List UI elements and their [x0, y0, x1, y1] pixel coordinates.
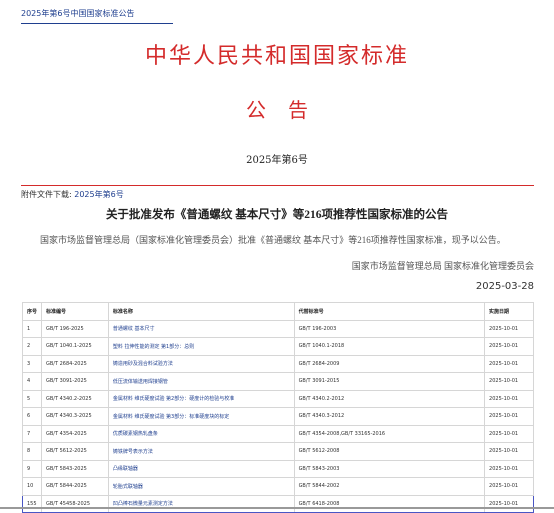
cell-replaced: GB/T 5844-2002	[293, 477, 486, 496]
breadcrumb[interactable]: 2025年第6号中国国家标准公告	[21, 8, 134, 19]
announcement-heading: 关于批准发布《普通螺纹 基本尺寸》等216项推荐性国家标准的公告	[105, 209, 449, 221]
attachment-download-link[interactable]: 2025年第6号	[74, 190, 123, 199]
cell-replaced: GB/T 5612-2008	[293, 442, 486, 461]
cell-date: 2025-10-01	[484, 459, 534, 478]
cell-name[interactable]: 凸缘联轴器	[107, 459, 295, 478]
announcement-subtitle: 公告	[246, 98, 330, 122]
table-row: 7 GB/T 4354-2025 优质碳素钢热轧盘条 GB/T 4354-2008,G…	[22, 424, 534, 443]
cell-code: GB/T 4340.2-2025	[40, 389, 109, 408]
cell-index: 155	[22, 494, 42, 513]
cell-code: GB/T 45458-2025	[40, 494, 109, 513]
cell-date: 2025-10-01	[484, 354, 534, 373]
cell-index: 5	[22, 389, 42, 408]
column-header-date: 实施日期	[484, 302, 534, 321]
table-row: 9 GB/T 5843-2025 凸缘联轴器 GB/T 5843-2003 2025-1…	[22, 459, 534, 478]
cell-code: GB/T 196-2025	[40, 319, 109, 338]
cell-code: GB/T 1040.1-2025	[40, 337, 109, 356]
column-header-replaced: 代替标准号	[293, 302, 486, 321]
cell-replaced: GB/T 6418-2008	[293, 494, 486, 513]
cell-replaced: GB/T 5843-2003	[293, 459, 486, 478]
red-divider	[21, 185, 534, 186]
cell-name[interactable]: 低压流体输送用焊接钢管	[107, 372, 295, 391]
cell-name[interactable]: 普通螺纹 基本尺寸	[107, 319, 295, 338]
table-row: 4 GB/T 3091-2025 低压流体输送用焊接钢管 GB/T 3091-2015…	[22, 372, 534, 391]
attachment-row: 附件文件下载: 2025年第6号	[21, 189, 124, 200]
issue-number: 2025年第6号	[246, 155, 308, 166]
cell-name[interactable]: 塑料 拉伸性能的测定 第1部分：总则	[107, 337, 295, 356]
cell-index: 8	[22, 442, 42, 461]
cell-name[interactable]: 铸造用砂及混合料试验方法	[107, 354, 295, 373]
cell-index: 1	[22, 319, 42, 338]
cell-date: 2025-10-01	[484, 424, 534, 443]
breadcrumb-underline	[21, 23, 173, 24]
column-header-name: 标准名称	[107, 302, 295, 321]
table-row: 10 GB/T 5844-2025 轮胎式联轴器 GB/T 5844-2002 2025…	[22, 477, 534, 496]
cell-replaced: GB/T 2684-2009	[293, 354, 486, 373]
cell-date: 2025-10-01	[484, 407, 534, 426]
cell-name[interactable]: 金属材料 维氏硬度试验 第3部分：标准硬度块的标定	[107, 407, 295, 426]
cell-date: 2025-10-01	[484, 494, 534, 513]
cell-index: 4	[22, 372, 42, 391]
cell-code: GB/T 3091-2025	[40, 372, 109, 391]
cell-code: GB/T 5612-2025	[40, 442, 109, 461]
publish-date: 2025-03-28	[475, 281, 534, 292]
signer: 国家市场监督管理总局 国家标准化管理委员会	[351, 261, 534, 271]
cell-index: 3	[22, 354, 42, 373]
cell-name[interactable]: 金属材料 维氏硬度试验 第2部分：硬度计的检验与校准	[107, 389, 295, 408]
cell-replaced: GB/T 4340.2-2012	[293, 389, 486, 408]
column-header-index: 序号	[22, 302, 42, 321]
table-row: 1 GB/T 196-2025 普通螺纹 基本尺寸 GB/T 196-2003 2025…	[22, 319, 534, 338]
cell-code: GB/T 5844-2025	[40, 477, 109, 496]
cell-date: 2025-10-01	[484, 389, 534, 408]
cell-name[interactable]: 凹凸棒石微量元素测定方法	[107, 494, 295, 513]
attachment-label: 附件文件下载:	[21, 190, 72, 199]
cell-replaced: GB/T 4354-2008,GB/T 33165-2016	[293, 424, 486, 443]
cell-code: GB/T 2684-2025	[40, 354, 109, 373]
cell-date: 2025-10-01	[484, 319, 534, 338]
cell-index: 10	[22, 477, 42, 496]
cell-name[interactable]: 优质碳素钢热轧盘条	[107, 424, 295, 443]
cell-index: 2	[22, 337, 42, 356]
table-row: 6 GB/T 4340.3-2025 金属材料 维氏硬度试验 第3部分：标准硬度块的…	[22, 407, 534, 426]
cell-replaced: GB/T 1040.1-2018	[293, 337, 486, 356]
cell-date: 2025-10-01	[484, 442, 534, 461]
cell-code: GB/T 5843-2025	[40, 459, 109, 478]
cell-index: 9	[22, 459, 42, 478]
table-row: 3 GB/T 2684-2025 铸造用砂及混合料试验方法 GB/T 2684-200…	[22, 354, 534, 373]
cell-replaced: GB/T 196-2003	[293, 319, 486, 338]
table-row: 8 GB/T 5612-2025 铸铁牌号表示方法 GB/T 5612-2008 202…	[22, 442, 534, 461]
cell-index: 6	[22, 407, 42, 426]
cell-code: GB/T 4354-2025	[40, 424, 109, 443]
table-header-row: 序号 标准编号 标准名称 代替标准号 实施日期	[22, 302, 534, 321]
standards-table: 序号 标准编号 标准名称 代替标准号 实施日期 1 GB/T 196-2025 普通…	[22, 302, 534, 513]
cell-date: 2025-10-01	[484, 477, 534, 496]
page-title: 中华人民共和国国家标准	[144, 44, 409, 69]
announcement-body: 国家市场监督管理总局（国家标准化管理委员会）批准《普通螺纹 基本尺寸》等216项…	[40, 235, 506, 245]
table-row: 155 GB/T 45458-2025 凹凸棒石微量元素测定方法 GB/T 6418-…	[22, 494, 534, 513]
table-row: 5 GB/T 4340.2-2025 金属材料 维氏硬度试验 第2部分：硬度计的检验…	[22, 389, 534, 408]
cell-date: 2025-10-01	[484, 372, 534, 391]
cell-replaced: GB/T 3091-2015	[293, 372, 486, 391]
cell-replaced: GB/T 4340.3-2012	[293, 407, 486, 426]
cell-name[interactable]: 铸铁牌号表示方法	[107, 442, 295, 461]
cell-date: 2025-10-01	[484, 337, 534, 356]
cell-code: GB/T 4340.3-2025	[40, 407, 109, 426]
table-row: 2 GB/T 1040.1-2025 塑料 拉伸性能的测定 第1部分：总则 GB/T …	[22, 337, 534, 356]
column-header-code: 标准编号	[40, 302, 109, 321]
cell-name[interactable]: 轮胎式联轴器	[107, 477, 295, 496]
cell-index: 7	[22, 424, 42, 443]
